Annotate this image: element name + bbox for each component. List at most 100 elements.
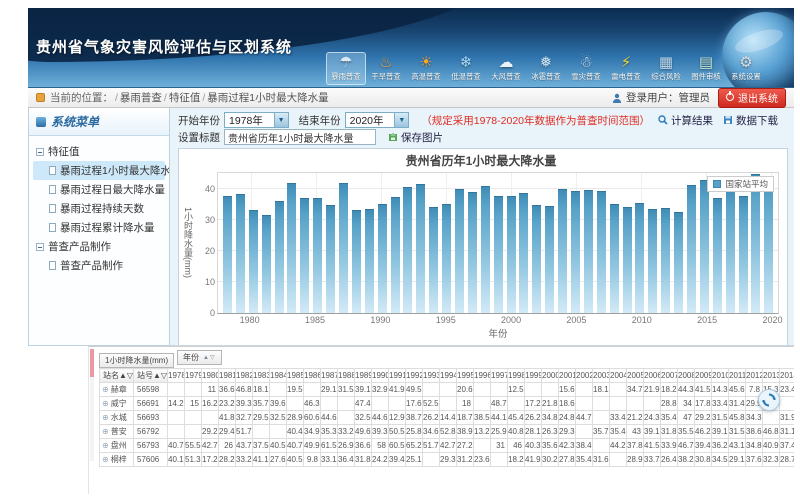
nav-drought-survey[interactable]: ♨干旱普查 <box>366 52 406 85</box>
bar-slot-2012 <box>659 173 672 313</box>
expand-icon[interactable]: ⊕ <box>102 427 109 436</box>
tree-item[interactable]: 暴雨过程持续天数 <box>33 199 165 218</box>
year-field-chip[interactable]: 年份▲▽ <box>177 350 222 365</box>
nav-hail-survey[interactable]: ❅冰雹普查 <box>526 52 566 85</box>
refresh-icon <box>762 393 776 407</box>
bar-slot-2016 <box>711 173 724 313</box>
value-cell: 31.8 <box>355 453 372 467</box>
collapse-icon[interactable] <box>36 243 44 251</box>
tree-group-普查产品制作[interactable]: 普查产品制作 <box>33 237 165 256</box>
x-tick-label: 1980 <box>240 315 260 325</box>
value-cell: 34.8 <box>542 411 559 425</box>
value-cell: 26.4 <box>661 453 678 467</box>
year-column-header: 1990 <box>372 369 389 383</box>
value-cell: 28.9 <box>287 411 304 425</box>
chevron-down-icon[interactable]: ▼ <box>274 113 288 127</box>
value-cell: 26.2 <box>525 411 542 425</box>
value-cell: 28.8 <box>661 397 678 411</box>
year-column-header: 2007 <box>661 369 678 383</box>
expand-icon[interactable]: ⊕ <box>102 413 109 422</box>
sort-arrows-icon[interactable]: ▲▽ <box>203 354 216 361</box>
bar-1986 <box>326 205 335 313</box>
start-year-select[interactable]: 1978年 ▼ <box>224 112 289 128</box>
value-cell: 11 <box>202 383 219 397</box>
value-cell: 48.7 <box>491 397 508 411</box>
row-field-chip-站号[interactable]: 站号▲▽ <box>134 369 168 383</box>
expand-icon[interactable]: ⊕ <box>102 441 109 450</box>
calculate-button[interactable]: 计算结果 <box>658 113 713 128</box>
nav-lightning-survey[interactable]: ⚡雷电普查 <box>606 52 646 85</box>
bar-slot-1985 <box>311 173 324 313</box>
measure-chip[interactable]: 1小时降水量(mm) <box>99 353 174 368</box>
value-cell: 33.9 <box>661 439 678 453</box>
tree-item-label: 暴雨过程累计降水量 <box>60 220 155 235</box>
document-icon <box>49 204 56 213</box>
expand-icon[interactable]: ⊕ <box>102 399 109 408</box>
tree-item[interactable]: 暴雨过程日最大降水量 <box>33 180 165 199</box>
data-download-button[interactable]: 数据下载 <box>723 113 778 128</box>
end-year-select[interactable]: 2020年 ▼ <box>345 112 410 128</box>
nav-comprehensive-risk[interactable]: ▦综合风险 <box>646 52 686 85</box>
tree-group-特征值[interactable]: 特征值 <box>33 142 165 161</box>
breadcrumb-link[interactable]: 暴雨普查 <box>120 92 162 104</box>
nav-high-temp-survey[interactable]: ☀高温普查 <box>406 52 446 85</box>
value-cell: 31.6 <box>593 453 610 467</box>
year-column-header: 1983 <box>253 369 270 383</box>
nav-rainstorm-survey[interactable]: ☂暴雨普查 <box>326 52 366 85</box>
station-id-cell: 56598 <box>134 383 168 397</box>
tree-item[interactable]: 普查产品制作 <box>33 256 165 275</box>
value-cell: 47 <box>678 411 695 425</box>
value-cell: 17.2 <box>202 453 219 467</box>
legend-swatch <box>713 180 721 188</box>
sort-arrows-icon[interactable]: ▲▽ <box>119 371 133 380</box>
nav-low-temp-survey[interactable]: ❄低温普查 <box>446 52 486 85</box>
chart-title-input[interactable] <box>224 129 376 145</box>
value-cell: 50.5 <box>389 425 406 439</box>
year-column-header: 1995 <box>457 369 474 383</box>
chevron-down-icon[interactable]: ▼ <box>394 113 408 127</box>
value-cell: 18.2 <box>661 383 678 397</box>
sort-arrows-icon[interactable]: ▲▽ <box>153 371 167 380</box>
nav-snow-survey[interactable]: ☃雪灾普查 <box>566 52 606 85</box>
nav-map-review[interactable]: ▤图件审核 <box>686 52 726 85</box>
row-field-chip-站名[interactable]: 站名▲▽ <box>100 369 134 383</box>
value-cell: 31.9 <box>780 411 795 425</box>
collapse-icon[interactable] <box>36 148 44 156</box>
x-axis-ticks: 198019851990199520002005201020152020 <box>217 314 779 326</box>
tree-item[interactable]: 暴雨过程累计降水量 <box>33 218 165 237</box>
y-tick-label: 0 <box>210 308 215 318</box>
refresh-button[interactable] <box>758 389 780 411</box>
x-tick-label: 2005 <box>566 315 586 325</box>
value-cell <box>763 411 780 425</box>
value-cell <box>627 397 644 411</box>
expand-icon[interactable]: ⊕ <box>102 455 109 464</box>
value-cell: 32.9 <box>372 383 389 397</box>
nav-gale-survey[interactable]: ☁大风普查 <box>486 52 526 85</box>
year-column-header: 1997 <box>491 369 508 383</box>
tree-item[interactable]: 暴雨过程1小时最大降水量 <box>33 161 165 180</box>
bar-2009 <box>623 207 632 313</box>
value-cell: 44.2 <box>610 439 627 453</box>
user-icon <box>612 93 622 103</box>
nav-system-settings[interactable]: ⚙系统设置 <box>726 52 766 85</box>
scrollbar-thumb[interactable] <box>90 349 94 377</box>
breadcrumb-link[interactable]: 暴雨过程1小时最大降水量 <box>207 92 328 104</box>
value-cell: 47.4 <box>355 397 372 411</box>
breadcrumb-link[interactable]: 特征值 <box>169 92 201 104</box>
year-column-header: 2003 <box>593 369 610 383</box>
station-name-cell: ⊕威宁 <box>100 397 134 411</box>
save-image-button[interactable]: 保存图片 <box>388 130 443 145</box>
value-cell: 31 <box>491 439 508 453</box>
station-name-cell: ⊕普安 <box>100 425 134 439</box>
logout-button[interactable]: 退出系统 <box>718 88 786 108</box>
table-scrollbar[interactable] <box>90 349 94 461</box>
value-cell: 13.2 <box>474 425 491 439</box>
expand-icon[interactable]: ⊕ <box>102 385 109 394</box>
bar-slot-2000 <box>505 173 518 313</box>
nav-item-label: 雪灾普查 <box>569 71 604 81</box>
bar-slot-1978 <box>221 173 234 313</box>
value-cell <box>525 383 542 397</box>
value-cell: 34.7 <box>627 383 644 397</box>
year-column-header: 1985 <box>287 369 304 383</box>
breadcrumb-bar: 当前的位置： /暴雨普查/特征值/暴雨过程1小时最大降水量 登录用户：管理员 退… <box>28 88 794 108</box>
